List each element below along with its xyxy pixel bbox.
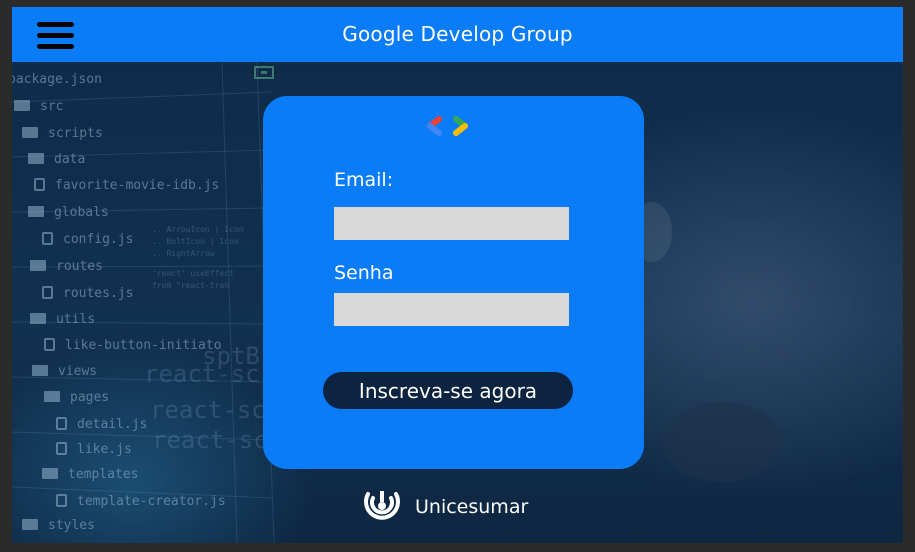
tree-item: utils xyxy=(30,312,95,327)
tree-item: template-creator.js xyxy=(56,494,226,509)
tree-item: config.js xyxy=(42,232,133,247)
tree-item: package.json xyxy=(12,72,102,87)
tree-item: detail.js xyxy=(56,417,147,432)
folder-icon xyxy=(14,100,30,111)
unicesumar-logo-icon xyxy=(364,491,400,520)
folder-icon xyxy=(22,127,38,138)
tree-item: styles xyxy=(22,518,95,533)
tree-item: templates xyxy=(42,467,138,482)
folder-icon xyxy=(30,313,46,324)
folder-icon xyxy=(44,391,60,402)
folder-icon xyxy=(32,365,48,376)
file-icon xyxy=(42,286,53,299)
folder-icon xyxy=(42,468,58,479)
tree-item: src xyxy=(14,99,63,114)
file-icon xyxy=(42,232,53,245)
signup-button[interactable]: Inscreva-se agora xyxy=(323,372,573,409)
file-icon xyxy=(34,178,45,191)
password-label: Senha xyxy=(334,262,394,284)
file-icon xyxy=(44,338,55,351)
tree-item: scripts xyxy=(22,126,103,141)
tree-item: data xyxy=(28,152,85,167)
tree-item: favorite-movie-idb.js xyxy=(34,178,219,193)
folder-icon xyxy=(22,519,38,530)
tree-item: routes xyxy=(30,259,103,274)
tree-item: like-button-initiato xyxy=(44,338,222,353)
tree-item: routes.js xyxy=(42,286,133,301)
tree-item: views xyxy=(32,364,97,379)
brand-name: Unicesumar xyxy=(415,496,529,518)
password-field[interactable] xyxy=(334,293,569,326)
google-developers-logo-icon xyxy=(427,116,468,136)
app-window: react-scripts react-scripts react-script… xyxy=(12,7,903,543)
folder-icon xyxy=(28,153,44,164)
tree-item: like.js xyxy=(56,442,132,457)
file-icon xyxy=(56,442,67,455)
email-field[interactable] xyxy=(334,207,569,240)
top-navigation-bar: Google Develop Group xyxy=(12,7,903,62)
tree-item: globals xyxy=(28,205,109,220)
email-label: Email: xyxy=(334,169,394,191)
file-icon xyxy=(56,494,67,507)
tree-item: pages xyxy=(44,390,109,405)
folder-icon xyxy=(30,260,46,271)
file-icon xyxy=(56,417,67,430)
login-card: Email: Senha Inscreva-se agora xyxy=(263,96,644,469)
folder-icon xyxy=(28,206,44,217)
page-title: Google Develop Group xyxy=(342,22,573,46)
